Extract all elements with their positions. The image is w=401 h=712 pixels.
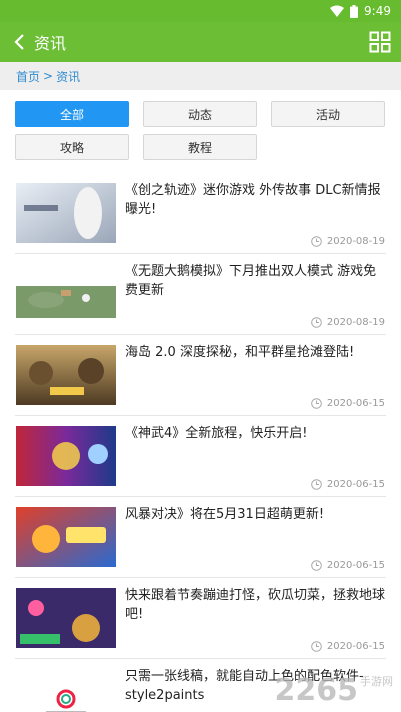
watermark-subtext: 手游网 [360,675,393,688]
wifi-icon [330,5,345,17]
article-thumbnail [16,588,116,648]
grid-icon [369,31,391,53]
article-date-text: 2020-06-15 [326,479,385,490]
clock-icon [311,398,322,409]
article-thumbnail [16,264,116,324]
app-bar: 资讯 [0,22,401,62]
list-item[interactable]: 快来跟着节奏蹦迪打怪，砍瓜切菜，拯救地球吧! 2020-06-15 [0,578,401,659]
tab-all[interactable]: 全部 [15,101,129,127]
article-date-text: 2020-08-19 [326,317,385,328]
watermark-text: 2265 [274,673,359,708]
watermark-logo: 2265 手游网 [275,673,394,708]
grid-menu-button[interactable] [369,31,391,53]
list-item[interactable]: 《无题大鹅模拟》下月推出双人模式 游戏免费更新 2020-08-19 [0,254,401,335]
tab-events[interactable]: 活动 [271,101,385,127]
clock-icon [311,560,322,571]
page-title: 资讯 [34,34,67,53]
list-item[interactable]: 海岛 2.0 深度探秘，和平群星抢滩登陆! 2020-06-15 [0,335,401,416]
breadcrumb-current[interactable]: 资讯 [56,68,80,85]
article-title: 快来跟着节奏蹦迪打怪，砍瓜切菜，拯救地球吧! [125,588,386,622]
article-date: 2020-06-15 [311,398,385,409]
article-thumbnail [16,345,116,405]
article-date-text: 2020-08-19 [326,236,385,247]
clock-icon [311,317,322,328]
article-date: 2020-08-19 [311,236,385,247]
article-date: 2020-06-15 [311,641,385,652]
clock-icon [311,479,322,490]
article-title: 《无题大鹅模拟》下月推出双人模式 游戏免费更新 [125,264,377,298]
chevron-left-icon [14,34,24,50]
tab-guides[interactable]: 攻略 [15,134,129,160]
article-title: 海岛 2.0 深度探秘，和平群星抢滩登陆! [125,345,355,360]
list-item[interactable]: 《创之轨迹》迷你游戏 外传故事 DLC新情报曝光! 2020-08-19 [0,173,401,254]
article-date-text: 2020-06-15 [326,641,385,652]
breadcrumb-home-link[interactable]: 首页 [16,68,40,85]
article-date-text: 2020-06-15 [326,560,385,571]
article-thumbnail [16,669,116,712]
status-time: 9:49 [364,4,391,18]
back-button[interactable] [4,22,34,62]
category-tabs: 全部 动态 活动 攻略 教程 [0,90,401,160]
status-bar: 9:49 [0,0,401,22]
list-item[interactable]: 《神武4》全新旅程，快乐开启! 2020-06-15 [0,416,401,497]
clock-icon [311,236,322,247]
battery-icon [350,4,359,18]
breadcrumb-separator: > [43,69,54,83]
article-title: 风暴对决》将在5月31日超萌更新! [125,507,325,522]
article-title: 《创之轨迹》迷你游戏 外传故事 DLC新情报曝光! [125,183,381,217]
article-thumbnail [16,183,116,243]
article-title: 《神武4》全新旅程，快乐开启! [125,426,308,441]
article-date: 2020-08-19 [311,317,385,328]
list-item[interactable]: 风暴对决》将在5月31日超萌更新! 2020-06-15 [0,497,401,578]
tab-tutorials[interactable]: 教程 [143,134,257,160]
article-date: 2020-06-15 [311,479,385,490]
article-thumbnail [16,507,116,567]
article-list: 《创之轨迹》迷你游戏 外传故事 DLC新情报曝光! 2020-08-19 《无题… [0,173,401,712]
article-date-text: 2020-06-15 [326,398,385,409]
article-thumbnail [16,426,116,486]
clock-icon [311,641,322,652]
tab-news[interactable]: 动态 [143,101,257,127]
article-date: 2020-06-15 [311,560,385,571]
breadcrumb: 首页 > 资讯 [0,62,401,90]
